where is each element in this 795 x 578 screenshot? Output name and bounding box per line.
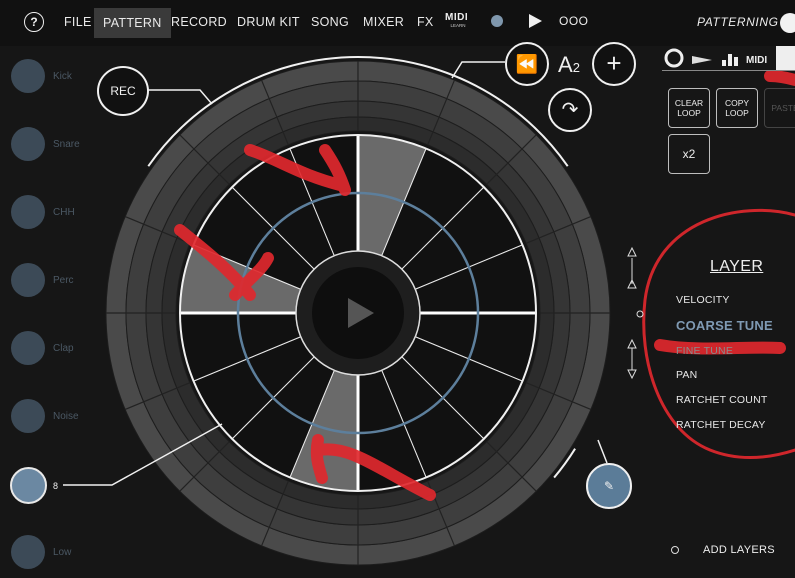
- layer-title: LAYER: [710, 258, 764, 275]
- x2-button[interactable]: x2: [668, 134, 710, 174]
- tool-icon-row: MIDI: [664, 46, 795, 70]
- pencil-tool-icon[interactable]: [776, 46, 795, 70]
- bars-tool-icon[interactable]: [722, 60, 726, 66]
- add-layers-button[interactable]: ADD LAYERS: [703, 544, 775, 556]
- layer-center-dot: [636, 310, 644, 318]
- layer-scroll-arrows[interactable]: [624, 244, 644, 384]
- envelope-tool-icon[interactable]: [692, 52, 712, 64]
- rewind-button[interactable]: ⏪: [505, 42, 549, 86]
- edit-connector-line: [597, 439, 608, 464]
- pattern-number: 2: [572, 60, 580, 75]
- pattern-letter: A: [558, 52, 573, 77]
- layer-pan[interactable]: PAN: [676, 369, 697, 381]
- layer-coarse-tune[interactable]: COARSE TUNE: [676, 318, 773, 333]
- pencil-icon: ✎: [603, 479, 615, 493]
- add-layers-radio[interactable]: [671, 546, 679, 554]
- redo-arrow-icon: ↷: [561, 99, 579, 121]
- rec-button[interactable]: REC: [97, 66, 149, 116]
- clear-loop-button[interactable]: CLEAR LOOP: [668, 88, 710, 128]
- pattern-connector-line: [451, 61, 505, 79]
- rec-connector-line: [145, 89, 213, 105]
- layer-ratchet-count[interactable]: RATCHET COUNT: [676, 394, 767, 406]
- layer-ratchet-decay[interactable]: RATCHET DECAY: [676, 419, 766, 431]
- arrow-down-icon: [627, 338, 637, 349]
- tool-row-divider: [662, 70, 795, 71]
- midi-tool-icon[interactable]: MIDI: [746, 55, 767, 66]
- ring-tool-icon[interactable]: [664, 48, 684, 68]
- copy-loop-button[interactable]: COPY LOOP: [716, 88, 758, 128]
- plus-icon: +: [606, 48, 622, 78]
- red-annotation-5: [764, 70, 795, 86]
- arrow-up-icon: [627, 246, 637, 257]
- layer-velocity[interactable]: VELOCITY: [676, 294, 730, 306]
- app-root: ? FILE PATTERN RECORD DRUM KIT SONG MIXE…: [0, 0, 795, 578]
- edit-pencil-button[interactable]: ✎: [586, 463, 632, 509]
- layer-fine-tune[interactable]: FINE TUNE: [676, 345, 733, 357]
- next-pattern-button[interactable]: ↷: [548, 88, 592, 132]
- add-pattern-button[interactable]: +: [592, 42, 636, 86]
- paste-button[interactable]: PASTE: [764, 88, 795, 128]
- rewind-icon: ⏪: [515, 54, 539, 74]
- pattern-name: A2: [558, 52, 580, 78]
